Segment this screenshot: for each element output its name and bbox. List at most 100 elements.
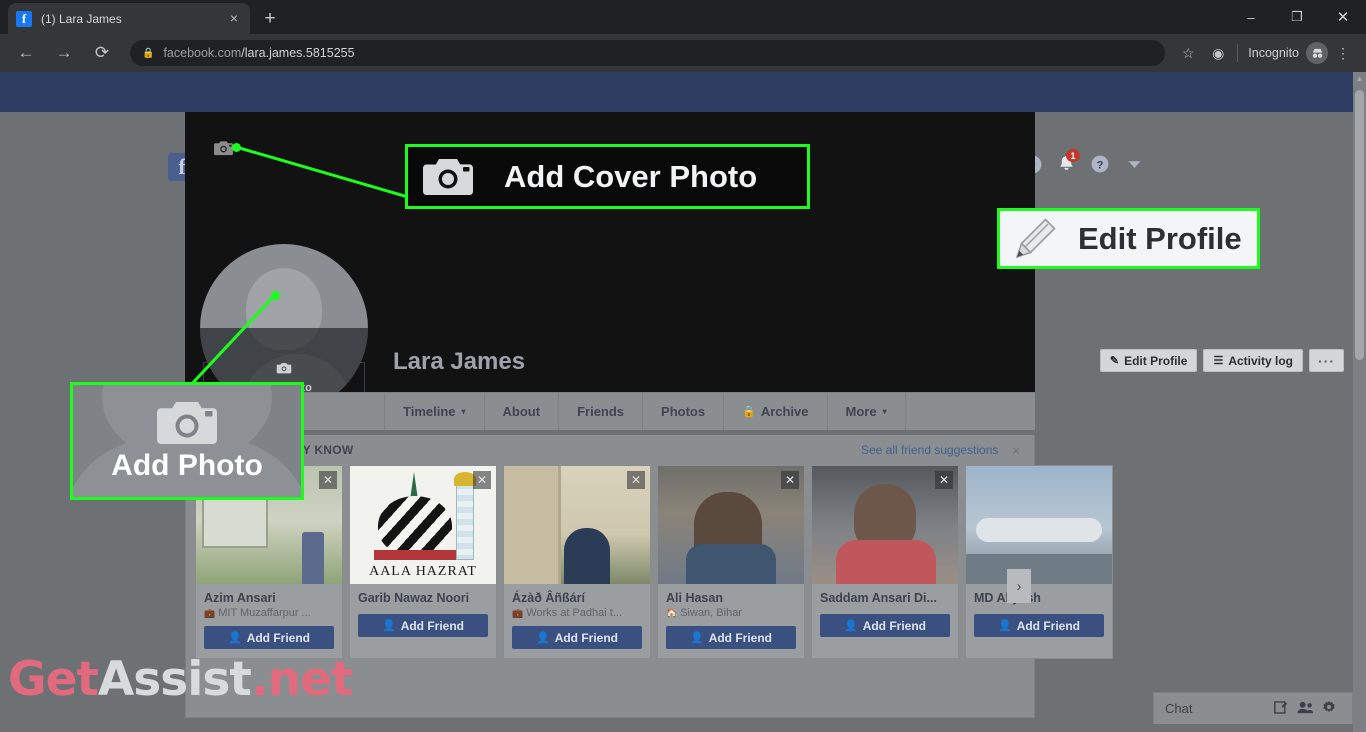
- close-icon[interactable]: ×: [226, 10, 242, 27]
- facebook-favicon-icon: f: [16, 10, 32, 27]
- add-friend-button[interactable]: 👤 Add Friend: [358, 614, 488, 637]
- add-friend-label: Add Friend: [1016, 618, 1081, 633]
- new-message-icon[interactable]: [1269, 700, 1293, 717]
- toolbar-actions: ☆ ◉ Incognito ⋮: [1173, 38, 1366, 68]
- notification-badge: 1: [1066, 149, 1081, 162]
- add-person-icon: 👤: [997, 620, 1012, 632]
- leader-dot-photo: [271, 291, 280, 300]
- add-friend-button[interactable]: 👤 Add Friend: [974, 614, 1104, 637]
- friend-photo[interactable]: ✕: [812, 466, 958, 584]
- remove-suggestion-icon[interactable]: ✕: [627, 471, 645, 489]
- tab-timeline[interactable]: Timeline ▾: [385, 393, 485, 430]
- forward-icon[interactable]: →: [48, 37, 80, 69]
- friend-subtitle-text: MIT Muzaffarpur ...: [218, 607, 311, 619]
- remove-suggestion-icon[interactable]: ✕: [319, 471, 337, 489]
- friend-photo[interactable]: [966, 466, 1112, 584]
- add-friend-label: Add Friend: [400, 618, 465, 633]
- scroll-up-icon[interactable]: ▲: [1353, 72, 1366, 86]
- activity-log-label: Activity log: [1228, 353, 1293, 368]
- profile-tabs: Timeline ▾ About Friends Photos 🔒 Archiv…: [185, 392, 1035, 430]
- maximize-icon[interactable]: ❐: [1274, 0, 1320, 34]
- globe-icon[interactable]: ◉: [1203, 38, 1233, 68]
- chat-settings-icon[interactable]: [1317, 700, 1341, 717]
- add-friend-button[interactable]: 👤 Add Friend: [820, 614, 950, 637]
- friend-card[interactable]: MD Aliyash 👤 Add Friend: [965, 465, 1113, 659]
- annotation-label: Add Cover Photo: [504, 158, 758, 194]
- back-icon[interactable]: ←: [10, 37, 42, 69]
- friend-photo[interactable]: AALA HAZRAT ✕: [350, 466, 496, 584]
- add-friend-label: Add Friend: [708, 630, 773, 645]
- pencil-icon: ✎: [1109, 355, 1120, 367]
- friend-suggestion-cards: ✕ Azim Ansari 💼 MIT Muzaffarpur ... 👤 Add…: [186, 465, 1113, 659]
- incognito-label: Incognito: [1248, 46, 1299, 60]
- address-bar[interactable]: 🔒 facebook.com/lara.james.5815255: [130, 40, 1166, 66]
- activity-log-button[interactable]: ☰ Activity log: [1203, 349, 1303, 372]
- add-person-icon: 👤: [381, 620, 396, 632]
- friend-name[interactable]: Ázàð Âñßárí: [504, 584, 650, 605]
- more-options-button[interactable]: ···: [1309, 349, 1344, 372]
- friend-list-icon[interactable]: [1293, 701, 1317, 717]
- friend-card[interactable]: ✕ Ali Hasan 🏠 Siwan, Bihar 👤 Add Friend: [657, 465, 805, 659]
- remove-suggestion-icon[interactable]: ✕: [781, 471, 799, 489]
- friend-subtitle: [812, 605, 958, 607]
- friend-photo[interactable]: ✕: [504, 466, 650, 584]
- pymk-header: PEOPLE YOU MAY KNOW See all friend sugge…: [186, 435, 1034, 465]
- chevron-down-icon: ▾: [882, 407, 887, 416]
- people-you-may-know-section: PEOPLE YOU MAY KNOW See all friend sugge…: [185, 435, 1113, 718]
- friend-name[interactable]: Azim Ansari: [196, 584, 342, 605]
- tab-archive-label: Archive: [760, 404, 809, 419]
- window-close-icon[interactable]: ✕: [1320, 0, 1366, 34]
- add-friend-button[interactable]: 👤 Add Friend: [204, 626, 334, 649]
- add-friend-button[interactable]: 👤 Add Friend: [512, 626, 642, 649]
- carousel-next-button[interactable]: ›: [1007, 569, 1031, 603]
- new-tab-button[interactable]: +: [258, 7, 282, 31]
- add-person-icon: 👤: [227, 632, 242, 644]
- tab-title: (1) Lara James: [41, 11, 122, 26]
- friend-subtitle: 💼 MIT Muzaffarpur ...: [196, 605, 342, 619]
- help-icon[interactable]: ?: [1083, 151, 1117, 177]
- tab-strip: f (1) Lara James × + – ❐ ✕: [0, 0, 1366, 34]
- add-person-icon: 👤: [535, 632, 550, 644]
- see-all-friend-suggestions-link[interactable]: See all friend suggestions: [861, 443, 998, 457]
- tab-more-label: More: [845, 404, 877, 419]
- close-icon[interactable]: ×: [1012, 443, 1020, 458]
- annotation-label: Edit Profile: [1078, 220, 1242, 256]
- friend-card[interactable]: AALA HAZRAT ✕ Garib Nawaz Noori 👤 Add Fr…: [349, 465, 497, 659]
- tab-about[interactable]: About: [485, 393, 560, 430]
- chat-bar[interactable]: Chat: [1153, 692, 1353, 724]
- tab-timeline-label: Timeline: [403, 404, 456, 419]
- friend-subtitle: [350, 605, 496, 607]
- page-scrollbar[interactable]: ▲: [1353, 72, 1366, 732]
- minimize-icon[interactable]: –: [1228, 0, 1274, 34]
- reload-icon[interactable]: ⟳: [86, 37, 118, 69]
- notifications-icon[interactable]: 1: [1049, 149, 1083, 177]
- annotation-label: Add Photo: [111, 449, 263, 482]
- incognito-hat-icon: [1312, 48, 1322, 58]
- tab-archive[interactable]: 🔒 Archive: [724, 393, 828, 430]
- profile-action-buttons: ✎ Edit Profile ☰ Activity log ···: [1094, 349, 1344, 372]
- tab-friends[interactable]: Friends: [559, 393, 644, 430]
- tab-more[interactable]: More ▾: [828, 393, 906, 430]
- chrome-menu-icon[interactable]: ⋮: [1328, 38, 1358, 68]
- browser-window: f (1) Lara James × + – ❐ ✕ ← → ⟳ 🔒 faceb…: [0, 0, 1366, 732]
- remove-suggestion-icon[interactable]: ✕: [473, 471, 491, 489]
- friend-card[interactable]: ✕ Ázàð Âñßárí 💼 Works at Padhai t... 👤 Ad…: [503, 465, 651, 659]
- leader-dot-cover: [232, 143, 241, 152]
- friend-name[interactable]: Ali Hasan: [658, 584, 804, 605]
- bookmark-star-icon[interactable]: ☆: [1173, 38, 1203, 68]
- incognito-avatar-icon[interactable]: [1306, 42, 1328, 64]
- edit-profile-button[interactable]: ✎ Edit Profile: [1099, 349, 1198, 372]
- chevron-down-icon[interactable]: [1117, 151, 1151, 177]
- add-friend-button[interactable]: 👤 Add Friend: [666, 626, 796, 649]
- tab-photos[interactable]: Photos: [643, 393, 725, 430]
- browser-tab[interactable]: f (1) Lara James ×: [8, 3, 250, 34]
- friend-card[interactable]: ✕ Saddam Ansari Di... 👤 Add Friend: [811, 465, 959, 659]
- edit-profile-label: Edit Profile: [1124, 353, 1188, 368]
- friend-name[interactable]: Garib Nawaz Noori: [350, 584, 496, 605]
- scrollbar-thumb[interactable]: [1355, 90, 1364, 360]
- friend-photo[interactable]: ✕: [658, 466, 804, 584]
- remove-suggestion-icon[interactable]: ✕: [935, 471, 953, 489]
- friend-subtitle: [966, 605, 1112, 607]
- friend-name[interactable]: MD Aliyash: [966, 584, 1112, 605]
- friend-name[interactable]: Saddam Ansari Di...: [812, 584, 958, 605]
